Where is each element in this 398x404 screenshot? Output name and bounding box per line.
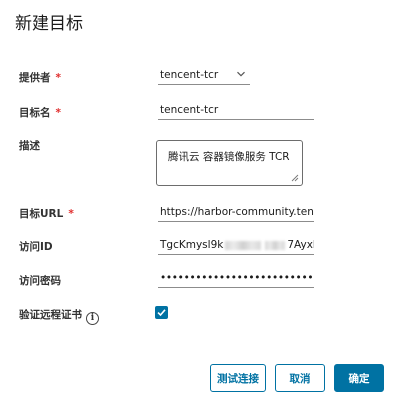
access-secret-input[interactable]: ••••••••••••••••••••••••••••••••	[158, 268, 314, 288]
cancel-button[interactable]: 取消	[275, 364, 325, 392]
access-secret-label: 访问密码	[19, 275, 61, 287]
required-marker: *	[55, 107, 62, 119]
resize-grip-icon[interactable]	[291, 174, 299, 182]
chevron-down-icon	[237, 71, 245, 77]
description-textarea[interactable]: 腾讯云 容器镜像服务 TCR	[156, 140, 303, 186]
test-connection-button[interactable]: 测试连接	[210, 364, 266, 392]
provider-value: tencent-tcr	[160, 69, 219, 81]
required-marker: *	[68, 208, 74, 220]
description-label: 描述	[19, 140, 40, 152]
confirm-button[interactable]: 确定	[334, 364, 384, 392]
name-label: 目标名 *	[19, 107, 62, 119]
url-input[interactable]: https://harbor-community.tencer	[158, 202, 314, 222]
access-id-label: 访问ID	[19, 241, 53, 253]
checkmark-icon	[157, 309, 166, 317]
required-marker: *	[55, 72, 62, 84]
provider-select[interactable]: tencent-tcr	[158, 65, 250, 85]
verify-cert-label: 验证远程证书 i	[19, 307, 99, 325]
verify-cert-checkbox[interactable]	[155, 306, 168, 319]
redacted-text	[225, 240, 262, 250]
name-input[interactable]: tencent-tcr	[158, 100, 314, 120]
redacted-text	[265, 240, 286, 250]
url-label: 目标URL *	[19, 208, 74, 220]
access-id-input[interactable]: TgcKmysl9k7AyxhC	[158, 235, 314, 255]
provider-label: 提供者 *	[19, 72, 62, 84]
dialog-title: 新建目标	[15, 14, 83, 34]
info-icon[interactable]: i	[86, 312, 99, 325]
description-value: 腾讯云 容器镜像服务 TCR	[168, 151, 290, 163]
